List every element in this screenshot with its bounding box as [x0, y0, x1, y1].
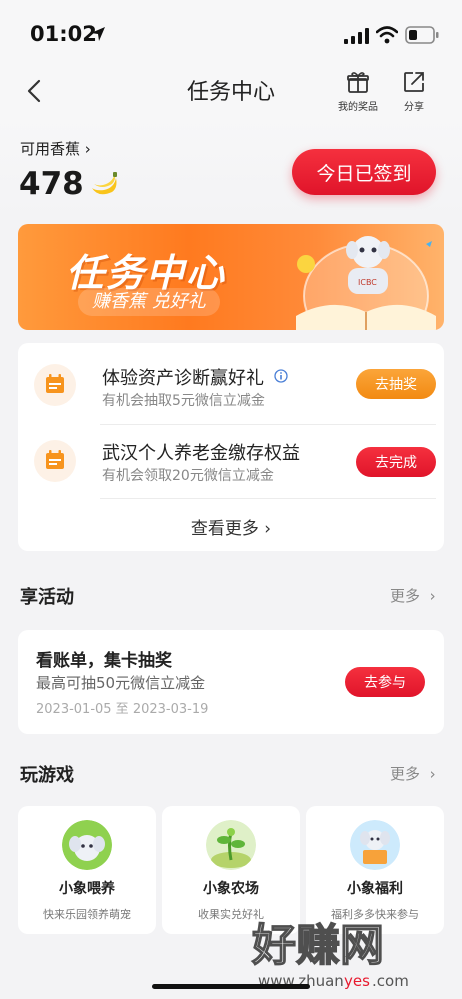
svg-text:.com: .com	[372, 972, 409, 990]
activity-date-range: 2023-01-05 至 2023-03-19	[36, 702, 209, 717]
activity-desc: 最高可抽50元微信立减金	[36, 674, 206, 692]
site-watermark-logo: 好赚网 www.zhuan yes .com	[250, 919, 409, 990]
banner-badge: ICBC	[358, 278, 377, 287]
activity-title: 看账单，集卡抽奖	[36, 651, 172, 671]
task-center-banner[interactable]: 任务中心 赚香蕉 兑好礼 ICBC	[18, 224, 444, 330]
chevron-right-icon: ›	[264, 519, 272, 539]
banana-icon	[92, 172, 117, 195]
calendar-task-icon	[34, 440, 76, 482]
info-icon[interactable]	[274, 369, 288, 383]
banana-balance-label: 可用香蕉	[20, 140, 81, 158]
gift-icon	[347, 72, 369, 93]
banner-mascot-book-illustration: ICBC	[296, 236, 436, 330]
activity-join-button[interactable]: 去参与	[345, 667, 425, 697]
svg-text:好赚网: 好赚网	[251, 920, 384, 971]
share-icon	[404, 72, 424, 92]
cellular-signal-icon	[344, 28, 369, 44]
chevron-right-icon: ›	[84, 140, 91, 158]
task-title: 武汉个人养老金缴存权益	[102, 443, 300, 464]
chevron-right-icon: ›	[424, 765, 436, 783]
battery-icon	[405, 26, 439, 44]
game-name: 小象农场	[203, 881, 259, 897]
share-label: 分享	[404, 102, 424, 113]
my-prizes-button[interactable]: 我的奖品	[330, 70, 386, 113]
activities-section-title: 享活动	[20, 587, 74, 608]
activities-more-link[interactable]: 更多 ›	[390, 585, 436, 606]
game-card[interactable]: 小象喂养 快来乐园领养萌宠	[18, 806, 156, 934]
game-name: 小象喂养	[59, 881, 115, 897]
checkin-button[interactable]: 今日已签到	[292, 149, 436, 195]
divider	[100, 424, 436, 425]
task-action-button[interactable]: 去抽奖	[356, 369, 436, 399]
view-more-tasks-link[interactable]: 查看更多 ›	[18, 514, 444, 539]
elephant-farm-icon	[206, 820, 256, 870]
chevron-right-icon: ›	[424, 587, 436, 605]
location-arrow-icon	[91, 27, 105, 41]
task-desc: 有机会抽取5元微信立减金	[102, 393, 265, 409]
svg-text:yes: yes	[344, 972, 370, 990]
divider	[100, 498, 436, 499]
home-indicator[interactable]	[152, 984, 310, 989]
game-desc: 快来乐园领养萌宠	[43, 908, 131, 921]
game-name: 小象福利	[347, 881, 403, 897]
task-desc: 有机会领取20元微信立减金	[102, 468, 274, 484]
elephant-feeding-icon	[62, 820, 112, 870]
wifi-icon	[376, 26, 398, 44]
task-title: 体验资产诊断赢好礼	[102, 368, 264, 389]
banana-balance-link[interactable]: 可用香蕉 ›	[20, 138, 91, 159]
games-more-link[interactable]: 更多 ›	[390, 763, 436, 784]
my-prizes-label: 我的奖品	[338, 102, 378, 113]
more-label: 更多	[390, 765, 421, 783]
status-time: 01:02	[30, 22, 97, 46]
elephant-welfare-icon	[350, 820, 400, 870]
view-more-label: 查看更多	[190, 519, 259, 539]
share-button[interactable]: 分享	[386, 70, 442, 113]
banana-balance-value: 478	[19, 166, 84, 202]
more-label: 更多	[390, 587, 421, 605]
games-section-title: 玩游戏	[20, 765, 74, 786]
task-action-button[interactable]: 去完成	[356, 447, 436, 477]
banner-subtitle: 赚香蕉 兑好礼	[78, 288, 220, 316]
calendar-task-icon	[34, 364, 76, 406]
